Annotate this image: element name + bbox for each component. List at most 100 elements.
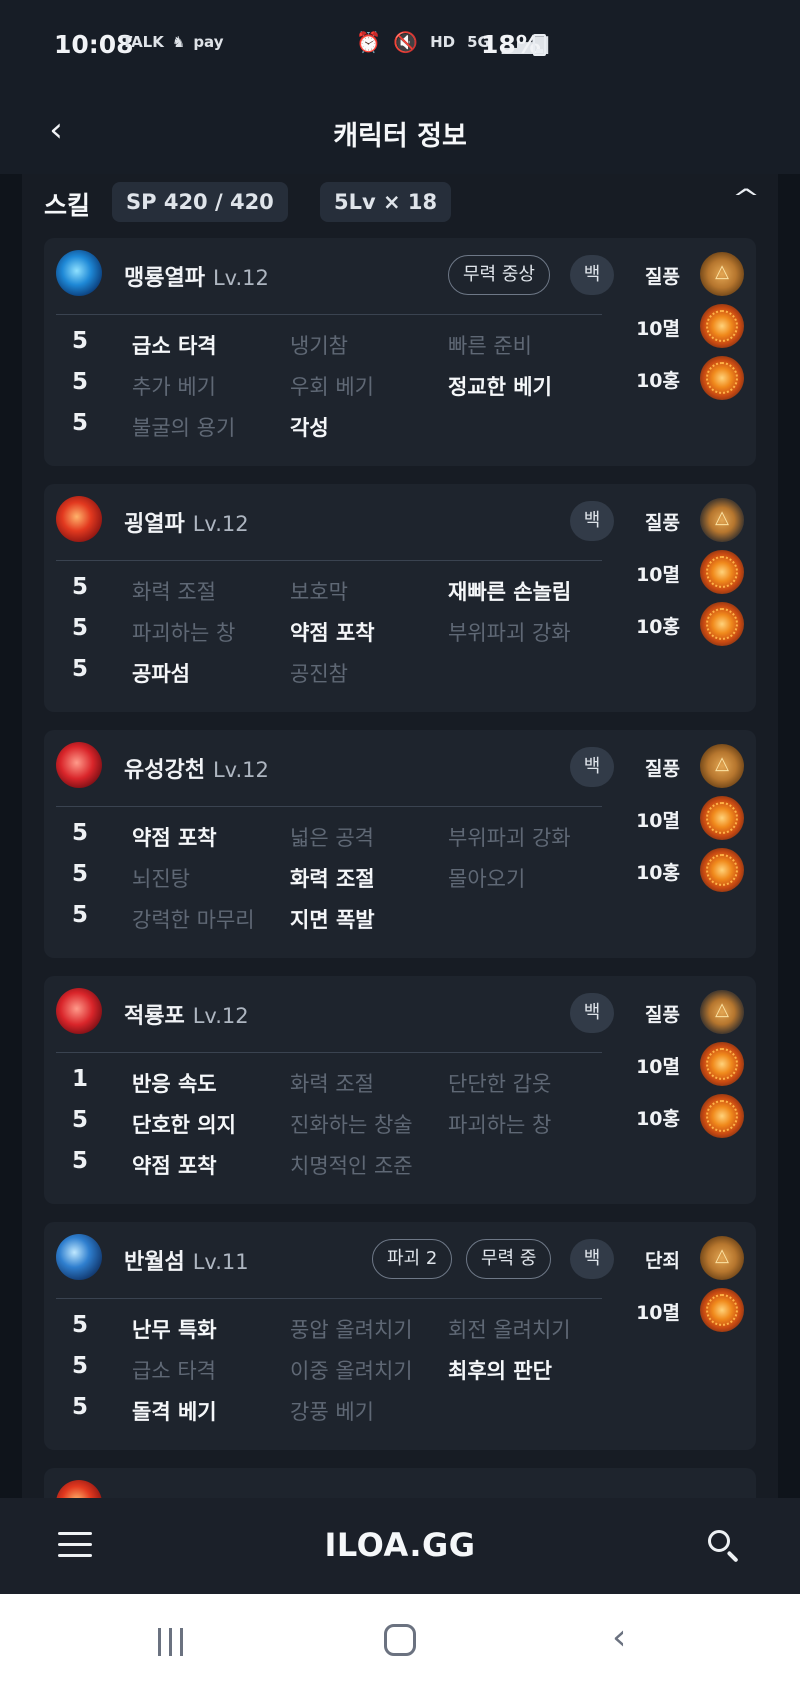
skill-card[interactable]: 굉열파 Lv.12 백 5 화력 조절 보호막 재빠른 손놀림 5 파괴하는 창 … — [44, 484, 756, 712]
gem-label: 10멸 — [636, 810, 680, 832]
tripod-row: 5 파괴하는 창 약점 포착 부위파괴 강화 — [56, 615, 616, 649]
gem-label: 질풍 — [645, 1004, 680, 1026]
gem: 질풍 — [634, 744, 744, 796]
gem-label: 10멸 — [636, 564, 680, 586]
tripod-level: 1 — [72, 1066, 89, 1092]
tripod: 강풍 베기 — [290, 1400, 374, 1424]
gem-icon — [700, 356, 744, 400]
tripod-row: 5 불굴의 용기 각성 — [56, 410, 616, 444]
gem-label: 10멸 — [636, 1056, 680, 1078]
tripod: 우회 베기 — [290, 375, 374, 399]
tripod-level: 5 — [72, 1353, 89, 1379]
tripod: 이중 올려치기 — [290, 1359, 413, 1383]
tripod-level: 5 — [72, 328, 89, 354]
tripod: 냉기참 — [290, 334, 348, 358]
baek-badge: 백 — [570, 1239, 614, 1279]
gem-label: 단죄 — [645, 1250, 680, 1272]
skills-section-header[interactable]: 스킬 SP 420 / 420 5Lv × 18 ^ — [44, 178, 778, 226]
page-title: 캐릭터 정보 — [333, 121, 467, 152]
tripod: 급소 타격 — [132, 1359, 216, 1383]
tripod-row: 5 급소 타격 냉기참 빠른 준비 — [56, 328, 616, 362]
tripod-row: 5 공파섬 공진참 — [56, 656, 616, 690]
tripod: 지면 폭발 — [290, 908, 375, 932]
skill-name: 반월섬 Lv.11 — [124, 1250, 249, 1275]
back-icon[interactable]: ‹ — [612, 1620, 626, 1656]
tripod: 약점 포착 — [132, 826, 217, 850]
tripod: 화력 조절 — [290, 867, 375, 891]
gem-list: 단죄 10멸 — [634, 1236, 744, 1340]
status-bar: 10:08 TALK ♞ pay ⏰ 🔇 HD 5G ▂▄▆ 18% — [0, 0, 800, 88]
skill-level: Lv.12 — [212, 266, 269, 290]
skill-level-chip: 5Lv × 18 — [320, 182, 452, 222]
skill-card[interactable]: 반월섬 Lv.11 파괴 2 무력 중 백 5 난무 특화 풍압 올려치기 회전 … — [44, 1222, 756, 1450]
skill-name: 유성강천 Lv.12 — [124, 758, 269, 783]
chevron-up-icon[interactable]: ^ — [732, 184, 760, 212]
tripod-row: 5 뇌진탕 화력 조절 몰아오기 — [56, 861, 616, 895]
gem: 질풍 — [634, 990, 744, 1042]
divider — [56, 806, 602, 807]
tripod: 회전 올려치기 — [448, 1318, 571, 1342]
tripod: 진화하는 창술 — [290, 1113, 413, 1137]
gem: 10홍 — [634, 602, 744, 654]
baek-badge: 백 — [570, 255, 614, 295]
skill-card[interactable]: 유성강천 Lv.12 백 5 약점 포착 넓은 공격 부위파괴 강화 5 뇌진탕 … — [44, 730, 756, 958]
gem-icon — [700, 848, 744, 892]
tripod: 화력 조절 — [290, 1072, 374, 1096]
tripod-level: 5 — [72, 1312, 89, 1338]
site-logo[interactable]: ILOA.GG — [0, 1526, 800, 1564]
tripod-row: 5 약점 포착 치명적인 조준 — [56, 1148, 616, 1182]
skill-icon — [56, 496, 102, 542]
tripod-level: 5 — [72, 1107, 89, 1133]
gem: 10멸 — [634, 1288, 744, 1340]
tripod-level: 5 — [72, 656, 89, 682]
skill-name: 적룡포 Lv.12 — [124, 1004, 249, 1029]
skill-name: 맹룡열파 Lv.12 — [124, 266, 269, 291]
tripod: 추가 베기 — [132, 375, 216, 399]
tripod: 최후의 판단 — [448, 1359, 552, 1383]
pay-icon: pay — [193, 33, 224, 51]
skill-icon — [56, 250, 102, 296]
divider — [56, 314, 602, 315]
gem-label: 10홍 — [636, 370, 680, 392]
battery-icon — [533, 34, 546, 56]
skills-title: 스킬 — [44, 191, 91, 220]
skill-card[interactable]: 적룡포 Lv.12 백 1 반응 속도 화력 조절 단단한 갑옷 5 단호한 의지… — [44, 976, 756, 1204]
gem-label: 10멸 — [636, 1302, 680, 1324]
skill-tag: 무력 중상 — [448, 255, 550, 295]
tripod-level: 5 — [72, 410, 89, 436]
baek-badge: 백 — [570, 747, 614, 787]
tripod-level: 5 — [72, 1148, 89, 1174]
tripod-row: 5 추가 베기 우회 베기 정교한 베기 — [56, 369, 616, 403]
system-nav-bar: ‹ — [0, 1594, 800, 1689]
tripod-level: 5 — [72, 1394, 89, 1420]
tripod: 각성 — [290, 416, 329, 440]
skill-card[interactable]: 맹룡열파 Lv.12 무력 중상 백 5 급소 타격 냉기참 빠른 준비 5 추가… — [44, 238, 756, 466]
sp-chip: SP 420 / 420 — [112, 182, 288, 222]
gem-icon — [700, 796, 744, 840]
search-icon[interactable] — [706, 1528, 742, 1564]
skill-card[interactable] — [44, 1468, 756, 1498]
gem-list: 질풍 10멸 10홍 — [634, 498, 744, 654]
tripod: 공파섬 — [132, 662, 190, 686]
gem: 10홍 — [634, 1094, 744, 1146]
recents-icon[interactable] — [158, 1628, 192, 1656]
gem-list: 질풍 10멸 10홍 — [634, 990, 744, 1146]
home-icon[interactable] — [384, 1624, 416, 1656]
tripod: 공진참 — [290, 662, 348, 686]
tripod: 파괴하는 창 — [132, 621, 236, 645]
gem: 질풍 — [634, 498, 744, 550]
gem: 질풍 — [634, 252, 744, 304]
rune-icon — [700, 252, 744, 296]
tripod: 보호막 — [290, 580, 348, 604]
divider — [56, 560, 602, 561]
gem-icon — [700, 550, 744, 594]
skill-icon — [56, 1480, 102, 1498]
skill-level: Lv.12 — [192, 512, 249, 536]
skill-icon — [56, 988, 102, 1034]
mute-icon: 🔇 — [393, 30, 419, 54]
skills-panel: 스킬 SP 420 / 420 5Lv × 18 ^ 맹룡열파 Lv.12 무력 … — [22, 174, 778, 1498]
rune-icon — [700, 498, 744, 542]
gem-label: 10멸 — [636, 318, 680, 340]
skill-tag: 파괴 2 — [372, 1239, 453, 1279]
gem: 10홍 — [634, 848, 744, 900]
